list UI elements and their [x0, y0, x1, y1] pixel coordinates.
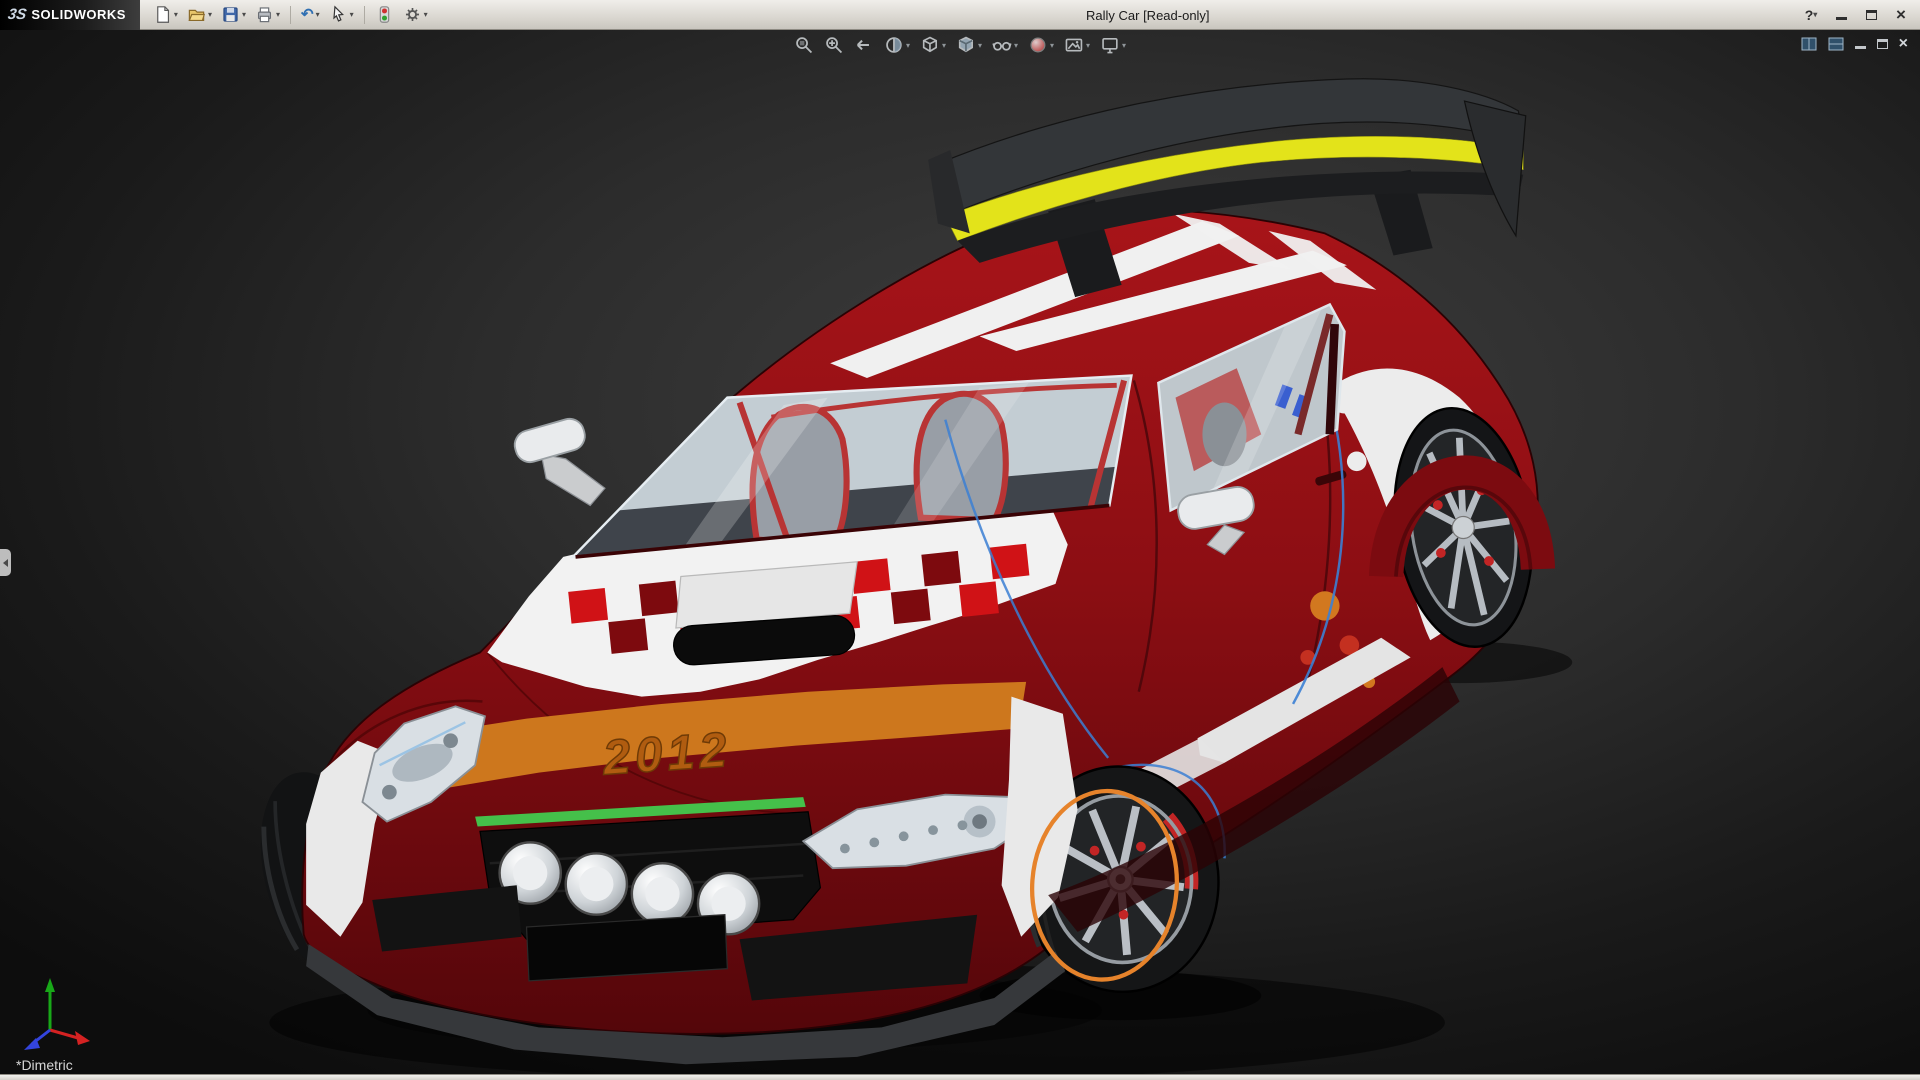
- previous-view-button[interactable]: [854, 35, 874, 55]
- edit-appearance-icon: [1028, 35, 1048, 55]
- year-decal: 2012: [600, 723, 733, 786]
- print-icon: [255, 5, 274, 24]
- dropdown-caret-icon[interactable]: ▾: [424, 11, 428, 19]
- select-button[interactable]: ▾: [326, 3, 357, 26]
- y-axis-arrow: [45, 978, 55, 992]
- dropdown-caret-icon[interactable]: ▾: [242, 11, 246, 19]
- document-window-controls: ×: [1801, 36, 1908, 52]
- maximize-icon: [1866, 10, 1877, 20]
- toolbar-separator: [290, 6, 291, 24]
- options-gear-icon: [403, 5, 422, 24]
- view-settings-button[interactable]: ▾: [1100, 35, 1126, 55]
- dropdown-caret-icon[interactable]: ▾: [316, 11, 320, 19]
- window-controls: ? ▾ ×: [1802, 5, 1920, 25]
- hide-show-items-button[interactable]: ▾: [992, 35, 1018, 55]
- view-orientation-button[interactable]: ▾: [920, 35, 946, 55]
- minimize-icon: [1836, 9, 1847, 20]
- minimize-button[interactable]: [1832, 5, 1850, 25]
- zoom-to-fit-icon: [794, 35, 814, 55]
- view-orientation-label: *Dimetric: [16, 1057, 73, 1073]
- minimize-icon: [1855, 39, 1866, 49]
- rebuild-button[interactable]: [372, 3, 397, 26]
- chevron-left-icon: [3, 559, 8, 567]
- close-icon: ×: [1896, 6, 1906, 23]
- view-settings-icon: [1100, 35, 1120, 55]
- zoom-to-fit-button[interactable]: [794, 35, 814, 55]
- solidworks-wordmark: SOLIDWORKS: [31, 7, 126, 22]
- dropdown-caret-icon[interactable]: ▾: [1050, 41, 1054, 50]
- toolbar-separator: [364, 6, 365, 24]
- zoom-to-area-icon: [824, 35, 844, 55]
- save-icon: [221, 5, 240, 24]
- save-button[interactable]: ▾: [218, 3, 249, 26]
- section-view-button[interactable]: ▾: [884, 35, 910, 55]
- 3ds-logo-icon: 3S: [7, 6, 28, 23]
- split-pane-button[interactable]: [1828, 36, 1844, 52]
- dropdown-caret-icon[interactable]: ▾: [1014, 41, 1018, 50]
- tile-panes-icon: [1801, 37, 1817, 51]
- apply-scene-button[interactable]: ▾: [1064, 35, 1090, 55]
- dropdown-caret-icon[interactable]: ▾: [1122, 41, 1126, 50]
- doc-minimize-button[interactable]: [1855, 36, 1866, 52]
- display-style-icon: [956, 35, 976, 55]
- print-button[interactable]: ▾: [252, 3, 283, 26]
- options-button[interactable]: ▾: [400, 3, 431, 26]
- help-button[interactable]: ? ▾: [1802, 5, 1820, 25]
- new-document-button[interactable]: ▾: [150, 3, 181, 26]
- graphics-area[interactable]: 2012: [0, 30, 1920, 1074]
- dropdown-caret-icon[interactable]: ▾: [978, 41, 982, 50]
- help-icon: ?: [1805, 7, 1814, 23]
- rebuild-icon: [375, 5, 394, 24]
- section-view-icon: [884, 35, 904, 55]
- view-orientation-icon: [920, 35, 940, 55]
- dropdown-caret-icon[interactable]: ▾: [350, 11, 354, 19]
- open-icon: [187, 5, 206, 24]
- select-cursor-icon: [329, 5, 348, 24]
- status-bar: [0, 1074, 1920, 1080]
- left-mirror: [511, 415, 605, 505]
- restore-icon: [1877, 39, 1888, 49]
- dropdown-caret-icon[interactable]: ▾: [942, 41, 946, 50]
- solidworks-logo: 3S SOLIDWORKS: [0, 0, 140, 30]
- hide-show-items-icon: [992, 35, 1012, 55]
- dropdown-caret-icon[interactable]: ▾: [174, 11, 178, 19]
- doc-close-button[interactable]: ×: [1899, 36, 1908, 52]
- previous-view-icon: [854, 35, 874, 55]
- close-button[interactable]: ×: [1892, 5, 1910, 25]
- quick-access-toolbar: ▾ ▾ ▾ ▾ ↶ ▾ ▾ ▾: [140, 3, 431, 26]
- edit-appearance-button[interactable]: ▾: [1028, 35, 1054, 55]
- dropdown-caret-icon[interactable]: ▾: [906, 41, 910, 50]
- undo-icon: ↶: [301, 7, 314, 22]
- dropdown-caret-icon[interactable]: ▾: [208, 11, 212, 19]
- dropdown-caret-icon[interactable]: ▾: [276, 11, 280, 19]
- headsup-view-toolbar: ▾ ▾ ▾ ▾ ▾ ▾ ▾: [794, 35, 1126, 55]
- close-icon: ×: [1899, 36, 1908, 52]
- display-style-button[interactable]: ▾: [956, 35, 982, 55]
- maximize-button[interactable]: [1862, 5, 1880, 25]
- split-pane-icon: [1828, 37, 1844, 51]
- titlebar: 3S SOLIDWORKS ▾ ▾ ▾ ▾ ↶ ▾ ▾: [0, 0, 1920, 30]
- undo-button[interactable]: ↶ ▾: [298, 5, 323, 24]
- window-title: Rally Car [Read-only]: [1086, 0, 1210, 30]
- doc-restore-button[interactable]: [1877, 36, 1888, 52]
- open-button[interactable]: ▾: [184, 3, 215, 26]
- tile-panes-button[interactable]: [1801, 36, 1817, 52]
- apply-scene-icon: [1064, 35, 1084, 55]
- dropdown-caret-icon: ▾: [1813, 11, 1817, 19]
- car-model-view[interactable]: 2012: [0, 30, 1920, 1074]
- feature-manager-collapse-tab[interactable]: [0, 549, 11, 576]
- dropdown-caret-icon[interactable]: ▾: [1086, 41, 1090, 50]
- new-document-icon: [153, 5, 172, 24]
- zoom-to-area-button[interactable]: [824, 35, 844, 55]
- x-axis-arrow: [75, 1031, 90, 1045]
- reference-triad: [12, 968, 102, 1058]
